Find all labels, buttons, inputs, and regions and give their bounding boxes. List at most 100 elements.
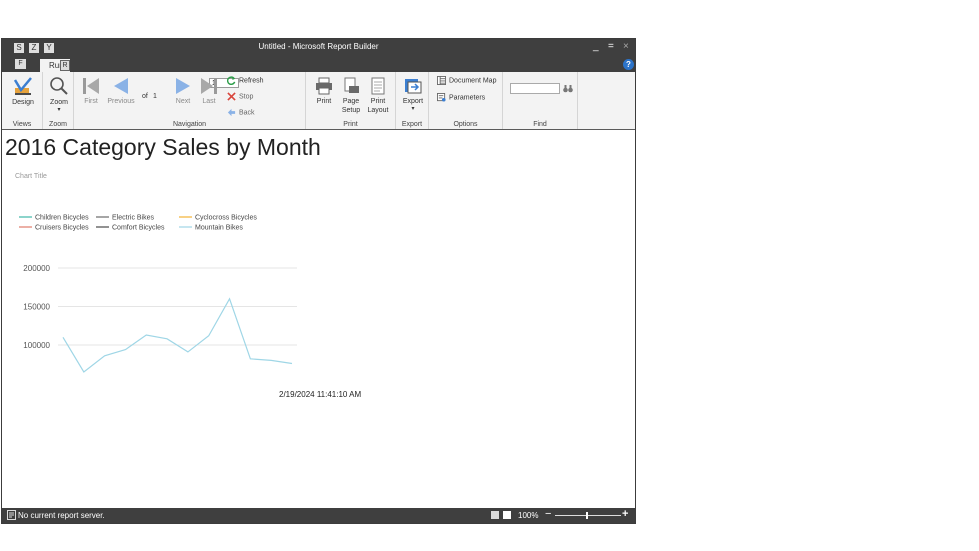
group-views: Design Views <box>2 72 43 129</box>
group-navigation: First Previous 1 of 1 Next Last Refresh … <box>74 72 306 129</box>
status-message: No current report server. <box>18 511 105 520</box>
print-button[interactable]: Print <box>312 77 336 106</box>
execution-timestamp: 2/19/2024 11:41:10 AM <box>279 390 362 399</box>
print-layout-icon <box>371 77 385 95</box>
document-map-button[interactable]: Document Map <box>437 76 496 86</box>
group-options: Document Map Parameters Options <box>429 72 503 129</box>
group-label-options: Options <box>453 121 478 128</box>
ribbon: Design Views Zoom ▾ Zoom First Previous … <box>2 72 635 130</box>
parameters-label: Parameters <box>449 94 486 102</box>
back-button[interactable]: Back <box>227 108 255 118</box>
total-pages: 1 <box>153 93 157 100</box>
page-setup-button[interactable]: Page Setup <box>338 77 364 115</box>
y-tick-label: 200000 <box>23 264 50 273</box>
next-page-icon <box>176 78 190 94</box>
page-view-icon[interactable] <box>491 511 499 519</box>
legend-label: Mountain Bikes <box>195 225 243 232</box>
page-setup-label-line1: Page <box>342 98 360 105</box>
group-export: Export ▾ Export <box>396 72 429 129</box>
print-label: Print <box>316 98 332 105</box>
group-find: Find <box>503 72 578 129</box>
next-page-button[interactable]: Next <box>172 77 194 106</box>
zoom-button[interactable]: Zoom ▾ <box>45 76 73 113</box>
refresh-icon <box>227 76 236 85</box>
close-button[interactable]: × <box>623 41 629 52</box>
zoom-slider[interactable] <box>555 515 621 516</box>
window-title: Untitled - Microsoft Report Builder <box>258 42 379 51</box>
tab-run-keytip: R <box>60 60 70 71</box>
print-layout-button[interactable]: Print Layout <box>365 77 391 115</box>
print-layout-view-icon[interactable] <box>503 511 511 519</box>
zoom-slider-thumb[interactable] <box>586 512 588 519</box>
last-page-button[interactable]: Last <box>198 77 220 106</box>
zoom-label: Zoom <box>50 99 68 106</box>
legend-label: Comfort Bicycles <box>112 225 165 232</box>
stop-icon <box>227 92 236 101</box>
print-layout-label-line2: Layout <box>367 107 389 114</box>
stop-label: Stop <box>239 93 254 101</box>
zoom-in-button[interactable]: + <box>622 508 628 520</box>
help-icon[interactable]: ? <box>623 59 634 70</box>
maximize-button[interactable]: = <box>608 41 614 52</box>
chart-title: Chart Title <box>15 173 47 180</box>
legend-label: Cruisers Bicycles <box>35 225 89 232</box>
back-arrow-icon <box>227 108 236 117</box>
minimize-button[interactable]: _ <box>593 41 599 52</box>
group-label-zoom: Zoom <box>49 121 67 128</box>
legend-label: Children Bicycles <box>35 215 89 222</box>
refresh-label: Refresh <box>239 77 264 85</box>
magnifier-icon <box>50 77 68 95</box>
design-icon <box>13 77 32 95</box>
of-label: of <box>142 93 148 100</box>
next-label: Next <box>175 98 191 105</box>
legend-label: Electric Bikes <box>112 215 155 222</box>
legend-label: Cyclocross Bicycles <box>195 215 257 222</box>
first-page-button[interactable]: First <box>80 77 102 106</box>
report-title: 2016 Category Sales by Month <box>5 134 321 160</box>
design-button[interactable]: Design <box>8 76 38 107</box>
group-label-export: Export <box>401 121 423 128</box>
find-input[interactable] <box>510 83 560 94</box>
binoculars-icon[interactable] <box>563 84 573 93</box>
first-page-icon <box>83 78 99 94</box>
printer-icon <box>316 77 332 95</box>
status-bar: No current report server. 100% − + <box>2 508 635 523</box>
parameters-icon <box>437 93 446 102</box>
print-layout-label-line1: Print <box>370 98 386 105</box>
zoom-out-button[interactable]: − <box>545 509 551 520</box>
page-setup-label-line2: Setup <box>341 107 361 114</box>
chevron-down-icon: ▾ <box>57 107 61 113</box>
tab-file[interactable]: F <box>15 59 26 69</box>
ribbon-tab-row: F Run R ? <box>2 58 635 72</box>
last-page-icon <box>201 78 217 94</box>
y-tick-label: 100000 <box>23 341 50 350</box>
first-label: First <box>84 98 98 105</box>
report-viewer[interactable]: 2016 Category Sales by Month Chart Title… <box>2 130 635 508</box>
design-label: Design <box>12 99 34 106</box>
group-label-print: Print <box>343 121 358 128</box>
previous-page-icon <box>114 78 128 94</box>
last-label: Last <box>202 98 216 105</box>
previous-page-button[interactable]: Previous <box>106 77 136 106</box>
y-tick-label: 150000 <box>23 303 50 312</box>
tab-run[interactable]: Run R <box>40 59 70 72</box>
series-line <box>62 297 293 373</box>
parameters-button[interactable]: Parameters <box>437 93 485 103</box>
document-map-icon <box>437 76 446 85</box>
group-label-find: Find <box>533 121 547 128</box>
refresh-button[interactable]: Refresh <box>227 76 264 86</box>
zoom-level: 100% <box>518 511 539 520</box>
stop-button[interactable]: Stop <box>227 92 253 102</box>
back-label: Back <box>239 109 255 117</box>
group-zoom: Zoom ▾ Zoom <box>43 72 74 129</box>
report-builder-window: S Z Y Untitled - Microsoft Report Builde… <box>1 38 636 524</box>
group-print: Print Page Setup Print Layout Print <box>306 72 396 129</box>
line-chart: Children Bicycles Comfort Bicycles Cruiser… <box>19 215 297 373</box>
export-button[interactable]: Export ▾ <box>399 77 427 112</box>
export-icon <box>405 79 422 94</box>
group-label-views: Views <box>12 121 32 128</box>
group-label-navigation: Navigation <box>172 121 207 128</box>
report-server-icon <box>7 510 16 520</box>
export-label: Export <box>402 98 424 105</box>
previous-label: Previous <box>107 98 135 105</box>
